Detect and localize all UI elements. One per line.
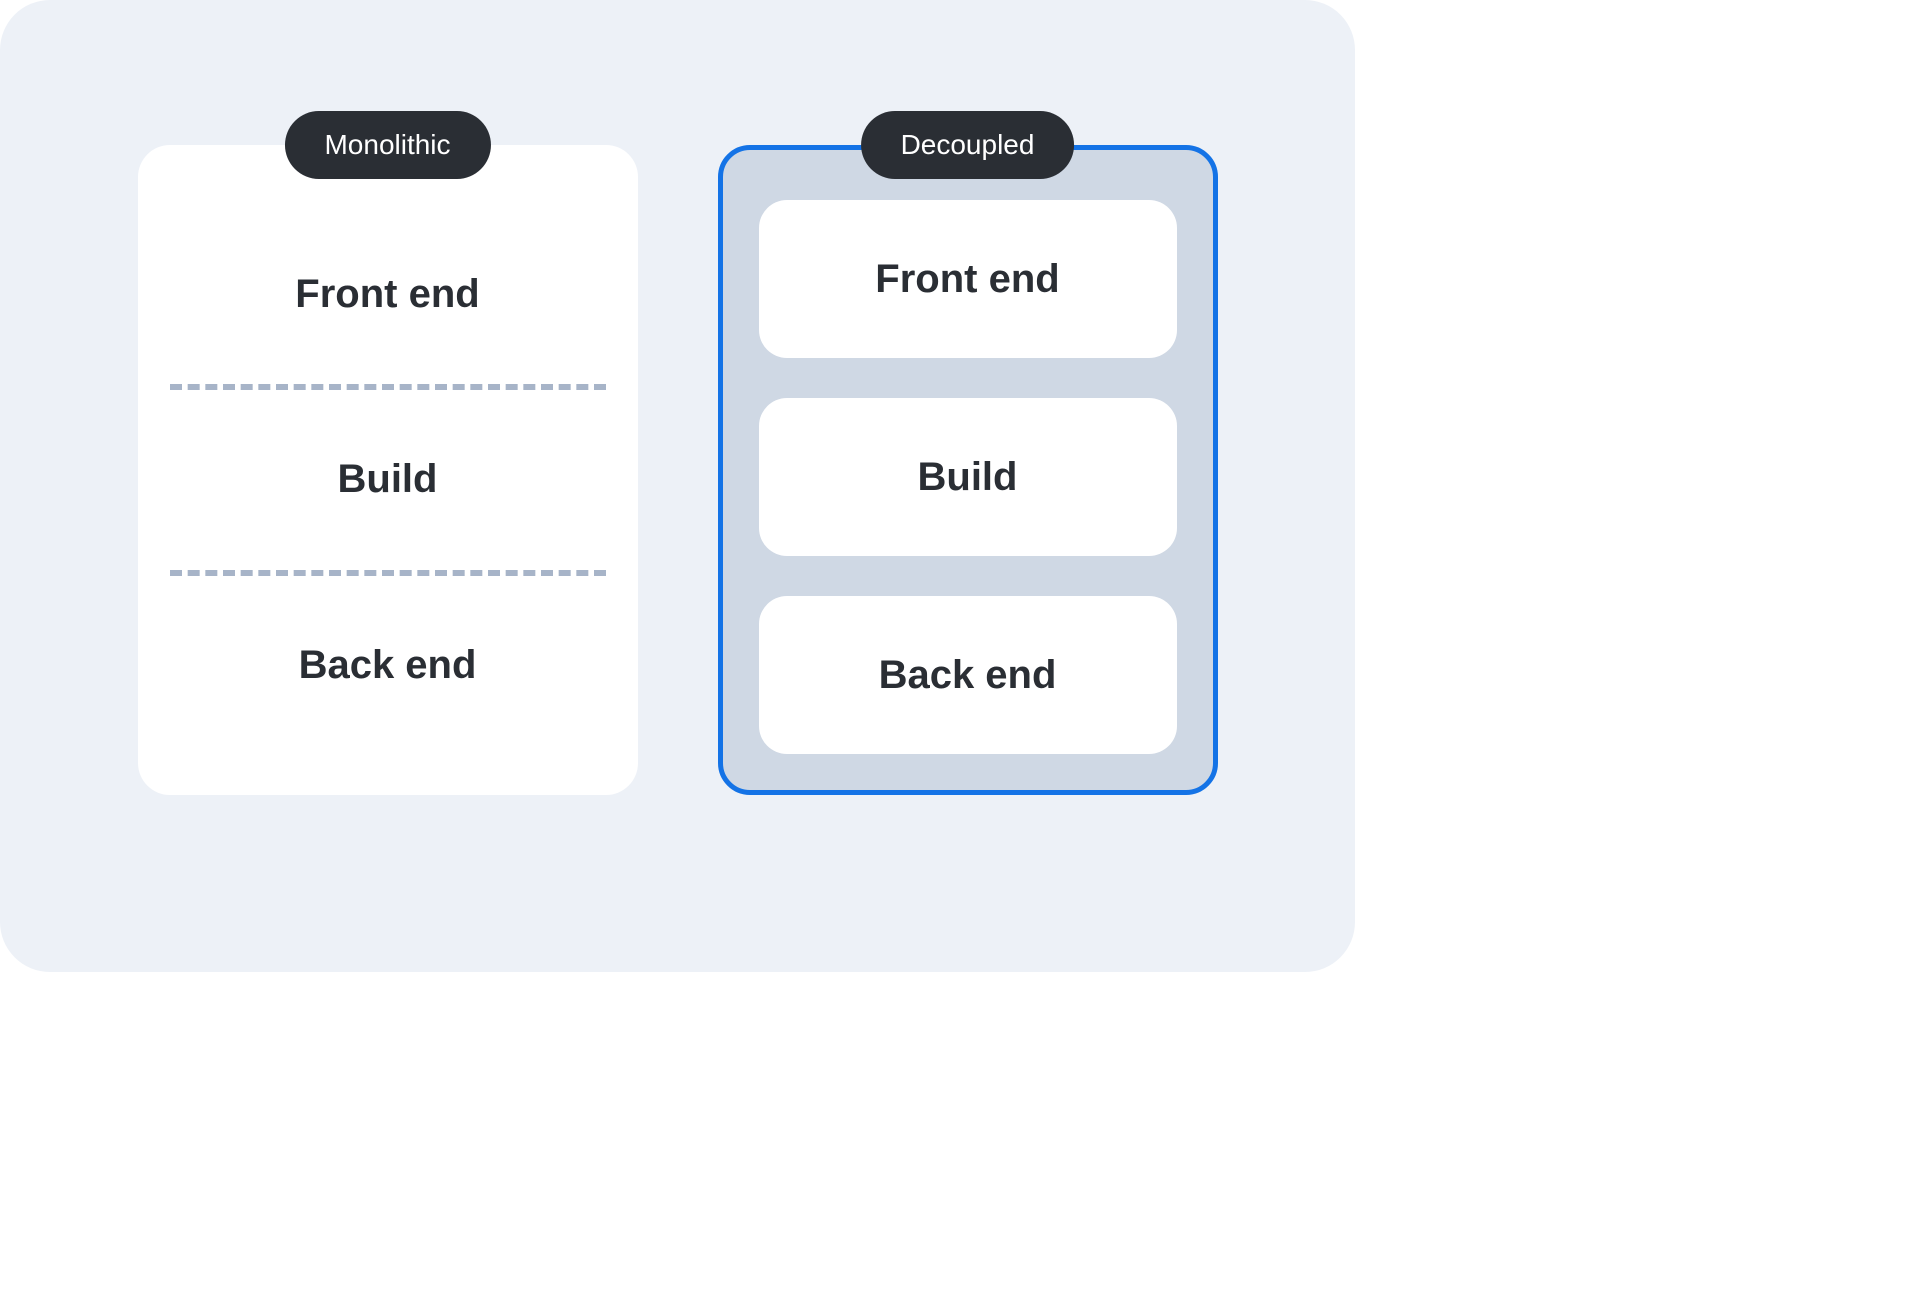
decoupled-layer-backend-label: Back end: [879, 653, 1057, 698]
decoupled-badge: Decoupled: [861, 111, 1075, 179]
monolithic-layer-frontend: Front end: [170, 205, 606, 384]
monolithic-layer-frontend-label: Front end: [295, 272, 479, 317]
monolithic-layer-build-label: Build: [338, 457, 438, 502]
decoupled-layer-frontend-label: Front end: [875, 257, 1059, 302]
monolithic-layer-build: Build: [170, 390, 606, 569]
decoupled-layer-backend: Back end: [759, 596, 1177, 754]
monolithic-badge-label: Monolithic: [324, 129, 450, 160]
monolithic-layer-backend: Back end: [170, 576, 606, 755]
decoupled-panel: Front end Build Back end: [718, 145, 1218, 795]
decoupled-layer-frontend: Front end: [759, 200, 1177, 358]
decoupled-layer-build-label: Build: [918, 455, 1018, 500]
monolithic-layer-backend-label: Back end: [299, 643, 477, 688]
monolithic-panel: Front end Build Back end: [138, 145, 638, 795]
decoupled-panel-wrap: Decoupled Front end Build Back end: [718, 145, 1218, 795]
monolithic-badge: Monolithic: [284, 111, 490, 179]
diagram-canvas: Monolithic Front end Build Back end Deco…: [0, 0, 1355, 972]
decoupled-layer-build: Build: [759, 398, 1177, 556]
decoupled-badge-label: Decoupled: [901, 129, 1035, 160]
monolithic-panel-wrap: Monolithic Front end Build Back end: [138, 145, 638, 795]
